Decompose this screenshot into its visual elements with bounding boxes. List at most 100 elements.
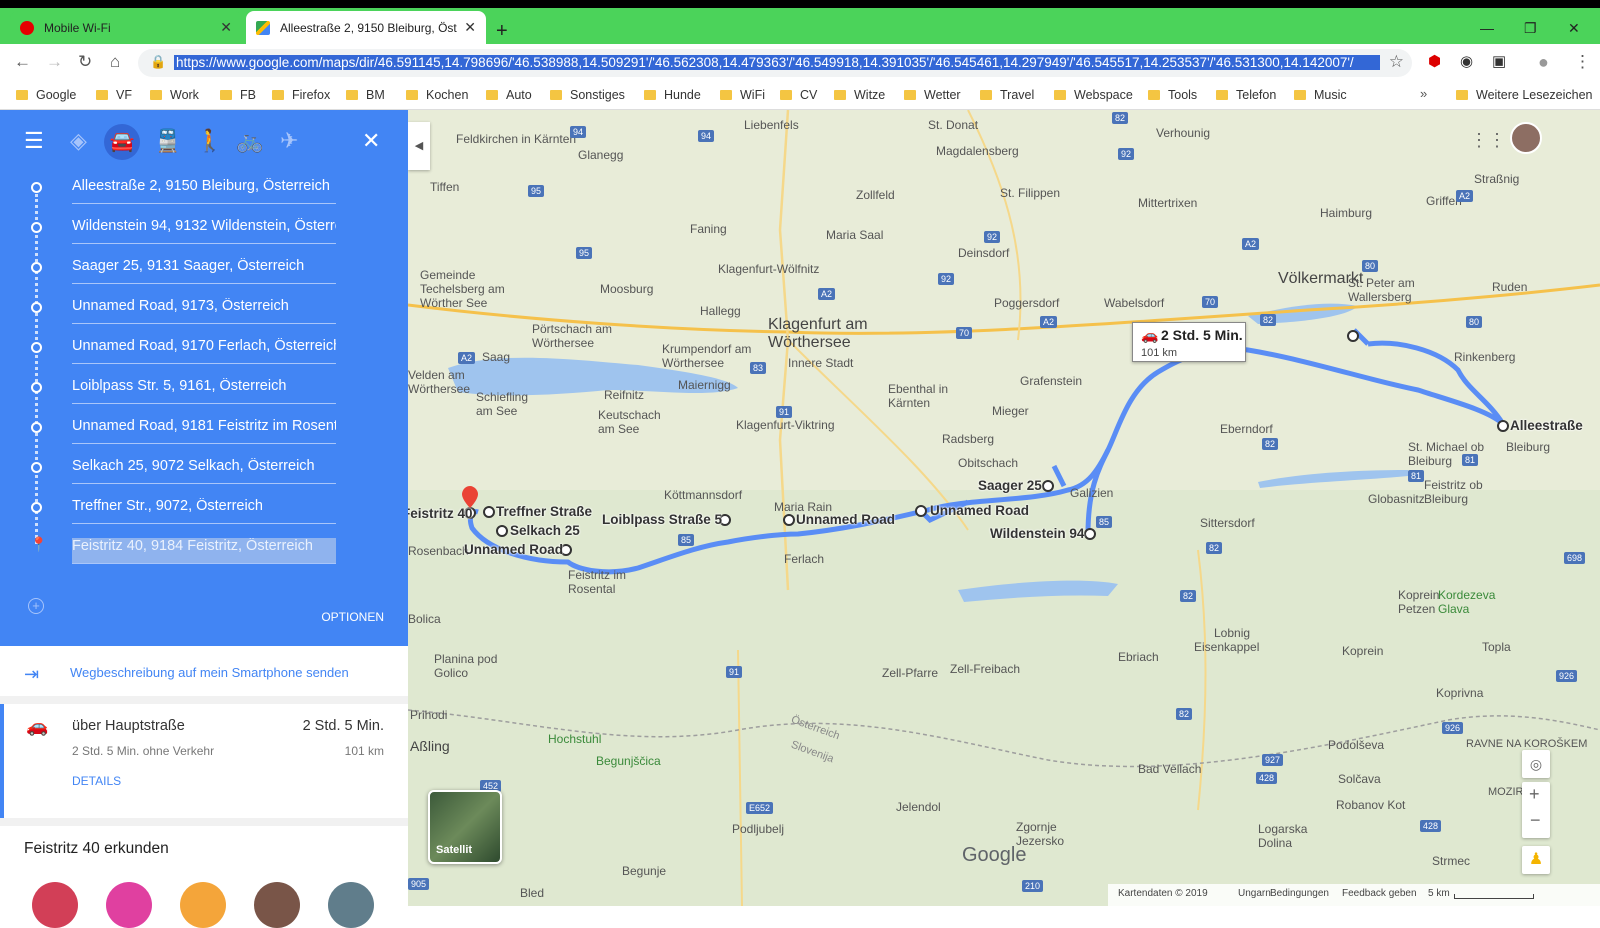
terms-link[interactable]: Bedingungen bbox=[1270, 888, 1329, 899]
bike-mode-icon[interactable]: 🚲 bbox=[236, 128, 263, 154]
more-icon[interactable] bbox=[328, 882, 374, 928]
menu-icon[interactable]: ☰ bbox=[24, 128, 44, 154]
route-option-card[interactable]: 🚗 über Hauptstraße 2 Std. 5 Min. 2 Std. … bbox=[0, 704, 408, 818]
url-text[interactable]: https://www.google.com/maps/dir/46.59114… bbox=[174, 55, 1380, 70]
hotels-icon[interactable] bbox=[106, 882, 152, 928]
route-box-time: 2 Std. 5 Min. bbox=[1161, 327, 1243, 343]
map-footer: Kartendaten © 2019 Ungarn Bedingungen Fe… bbox=[1108, 884, 1600, 906]
stop-input-2[interactable]: Wildenstein 94, 9132 Wildenstein, Österr… bbox=[72, 218, 336, 244]
best-route-icon[interactable]: ◈ bbox=[70, 128, 87, 154]
place-label: Strmec bbox=[1432, 854, 1471, 868]
route-spur-saager bbox=[1051, 464, 1067, 488]
reload-icon[interactable]: ↻ bbox=[78, 52, 92, 72]
bookmark-fb[interactable]: FB bbox=[220, 88, 256, 102]
stop-input-4[interactable]: Unnamed Road, 9173, Österreich bbox=[72, 298, 336, 324]
stop-input-7[interactable]: Unnamed Road, 9181 Feistritz im Rosental bbox=[72, 418, 336, 444]
car-mode-icon[interactable]: 🚘 bbox=[104, 124, 140, 160]
home-icon[interactable]: ⌂ bbox=[110, 52, 120, 72]
place-label: St. Filippen bbox=[1000, 186, 1061, 200]
pegman-icon[interactable]: ♟ bbox=[1522, 846, 1550, 874]
satellite-toggle[interactable]: Satellit bbox=[428, 790, 502, 864]
window-close-icon[interactable]: ✕ bbox=[1568, 20, 1580, 37]
more-bookmarks-icon[interactable]: » bbox=[1420, 86, 1427, 101]
stop-input-5[interactable]: Unnamed Road, 9170 Ferlach, Österreich bbox=[72, 338, 336, 364]
bookmark-hunde[interactable]: Hunde bbox=[644, 88, 701, 102]
tab-mobile-wifi[interactable]: Mobile Wi-Fi ✕ bbox=[10, 11, 242, 44]
menu-kebab-icon[interactable]: ⋮ bbox=[1574, 52, 1591, 72]
feedback-link[interactable]: Feedback geben bbox=[1342, 888, 1417, 899]
bookmark-vf[interactable]: VF bbox=[96, 88, 132, 102]
stop-input-destination[interactable]: Feistritz 40, 9184 Feistritz, Österreich bbox=[72, 538, 336, 564]
vodafone-icon bbox=[20, 20, 34, 35]
extension-icon[interactable]: ◉ bbox=[1460, 52, 1473, 70]
minimize-icon[interactable]: — bbox=[1480, 20, 1494, 36]
map-canvas[interactable]: ◀ Feldkirchen in Kärnten Glanegg Liebenf… bbox=[408, 110, 1600, 906]
bookmark-firefox[interactable]: Firefox bbox=[272, 88, 330, 102]
bookmark-google[interactable]: Google bbox=[16, 88, 76, 102]
restaurants-icon[interactable] bbox=[32, 882, 78, 928]
road-shield-a2: A2 bbox=[1040, 316, 1058, 328]
back-icon[interactable]: ← bbox=[14, 52, 31, 72]
road-shield-91: 91 bbox=[726, 666, 743, 678]
stop-input-1[interactable]: Alleestraße 2, 9150 Bleiburg, Österreich bbox=[72, 178, 336, 204]
place-label: Maiernigg bbox=[678, 378, 731, 392]
bookmark-wifi[interactable]: WiFi bbox=[720, 88, 765, 102]
address-bar[interactable]: 🔒 https://www.google.com/maps/dir/46.591… bbox=[138, 49, 1412, 77]
close-icon[interactable]: ✕ bbox=[464, 19, 476, 36]
zoom-in-icon[interactable]: + bbox=[1529, 784, 1540, 805]
bookmark-travel[interactable]: Travel bbox=[980, 88, 1034, 102]
profile-icon[interactable]: ● bbox=[1538, 52, 1549, 73]
bookmark-weitere[interactable]: Weitere Lesezeichen bbox=[1456, 88, 1593, 102]
bookmark-kochen[interactable]: Kochen bbox=[406, 88, 468, 102]
route-via: über Hauptstraße bbox=[72, 718, 185, 734]
close-icon[interactable]: ✕ bbox=[220, 19, 232, 36]
parking-icon[interactable] bbox=[254, 882, 300, 928]
tab-google-maps[interactable]: Alleestraße 2, 9150 Bleiburg, Öst ✕ bbox=[246, 11, 486, 44]
route-summary-box[interactable]: 🚗 2 Std. 5 Min. 101 km bbox=[1132, 322, 1246, 362]
bookmark-work[interactable]: Work bbox=[150, 88, 199, 102]
bookmark-star-icon[interactable]: ☆ bbox=[1389, 52, 1404, 72]
flight-mode-icon[interactable]: ✈ bbox=[280, 128, 298, 154]
bars-icon[interactable] bbox=[180, 882, 226, 928]
bookmark-auto[interactable]: Auto bbox=[486, 88, 532, 102]
stop-input-3[interactable]: Saager 25, 9131 Saager, Österreich bbox=[72, 258, 336, 284]
camera-extension-icon[interactable]: ▣ bbox=[1492, 52, 1506, 70]
stop-input-6[interactable]: Loiblpass Str. 5, 9161, Österreich bbox=[72, 378, 336, 404]
my-location-icon[interactable]: ◎ bbox=[1522, 750, 1550, 778]
place-label: St. Donat bbox=[928, 118, 979, 132]
bookmark-bm[interactable]: BM bbox=[346, 88, 385, 102]
bookmark-music[interactable]: Music bbox=[1294, 88, 1347, 102]
region-link[interactable]: Ungarn bbox=[1238, 888, 1271, 899]
collapse-sidebar-icon[interactable]: ◀ bbox=[408, 122, 430, 170]
adblock-icon[interactable]: ⬢ bbox=[1428, 52, 1441, 70]
car-icon: 🚗 bbox=[26, 716, 49, 736]
bookmark-wetter[interactable]: Wetter bbox=[904, 88, 961, 102]
maximize-icon[interactable]: ❐ bbox=[1524, 20, 1537, 37]
road-shield-94: 94 bbox=[698, 130, 715, 142]
bookmark-witze[interactable]: Witze bbox=[834, 88, 885, 102]
tab-title: Mobile Wi-Fi bbox=[44, 20, 111, 35]
place-label: Feistritz ob Bleiburg bbox=[1424, 478, 1483, 506]
walk-mode-icon[interactable]: 🚶 bbox=[196, 128, 223, 154]
details-button[interactable]: DETAILS bbox=[72, 774, 121, 788]
waypoint-wildenstein bbox=[1084, 528, 1096, 540]
route-label-unnamed-1: Unnamed Road bbox=[930, 503, 1030, 518]
zoom-out-icon[interactable]: − bbox=[1530, 810, 1541, 831]
stop-marker bbox=[31, 182, 42, 193]
options-button[interactable]: OPTIONEN bbox=[321, 610, 384, 624]
new-tab-icon[interactable]: + bbox=[496, 20, 508, 43]
stop-input-8[interactable]: Selkach 25, 9072 Selkach, Österreich bbox=[72, 458, 336, 484]
transit-mode-icon[interactable]: 🚆 bbox=[154, 128, 181, 154]
bookmark-sonstiges[interactable]: Sonstiges bbox=[550, 88, 625, 102]
bookmark-tools[interactable]: Tools bbox=[1148, 88, 1197, 102]
stop-input-9[interactable]: Treffner Str., 9072, Österreich bbox=[72, 498, 336, 524]
forward-icon[interactable]: → bbox=[46, 52, 63, 72]
account-avatar[interactable] bbox=[1510, 122, 1542, 154]
close-directions-icon[interactable]: ✕ bbox=[362, 128, 380, 154]
place-label: Sittersdorf bbox=[1200, 516, 1255, 530]
bookmark-cv[interactable]: CV bbox=[780, 88, 817, 102]
bookmark-telefon[interactable]: Telefon bbox=[1216, 88, 1276, 102]
bookmark-webspace[interactable]: Webspace bbox=[1054, 88, 1133, 102]
add-stop-icon[interactable]: + bbox=[28, 598, 44, 614]
send-to-phone-link[interactable]: Wegbeschreibung auf mein Smartphone send… bbox=[70, 665, 349, 680]
